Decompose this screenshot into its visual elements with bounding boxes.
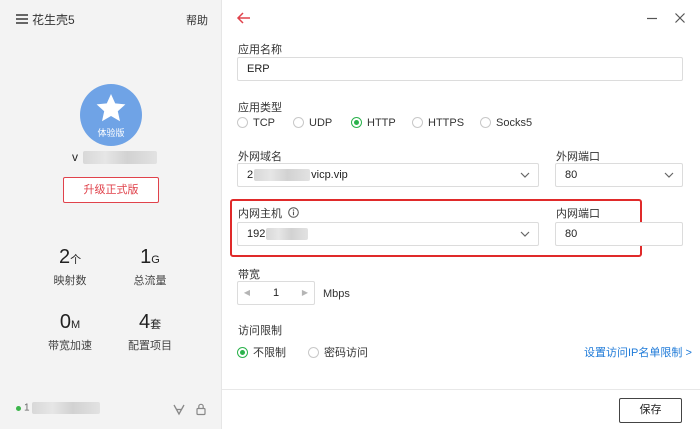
sidebar: 花生壳5 帮助 体验版 v 升级正式版 2个 映射数 1G 总流量 0M 带宽加… (0, 0, 222, 429)
radio-icon (308, 347, 319, 358)
ext-domain-label: 外网域名 (238, 151, 282, 163)
username: v (72, 150, 158, 168)
app-name-input[interactable]: ERP (237, 57, 683, 81)
stat-unit: G (151, 254, 160, 266)
stat-traffic[interactable]: 1G 总流量 (120, 246, 180, 288)
int-port-input[interactable]: 80 (555, 222, 683, 246)
app-name-label: 应用名称 (238, 44, 282, 56)
int-host-label-text: 内网主机 (238, 208, 282, 220)
type-option-label: Socks5 (496, 117, 533, 129)
minimize-icon[interactable] (646, 12, 658, 24)
radio-icon (480, 117, 491, 128)
stat-config[interactable]: 4套 配置项目 (120, 311, 180, 353)
chevron-down-icon (520, 231, 530, 237)
bandwidth-unit: Mbps (323, 288, 350, 300)
network-icon[interactable] (172, 402, 186, 416)
star-icon (96, 94, 126, 122)
stat-label: 配置项目 (128, 340, 172, 352)
footer-ip: 1 (24, 402, 101, 414)
app-type-label: 应用类型 (238, 102, 282, 114)
edition-badge: 体验版 (97, 128, 125, 138)
radio-icon (412, 117, 423, 128)
footer-ip-redacted (32, 402, 101, 414)
stat-label: 映射数 (53, 275, 87, 287)
menu-icon[interactable] (16, 14, 28, 24)
footer-ip-prefix: 1 (24, 402, 30, 414)
type-option-http[interactable]: HTTP (351, 117, 396, 129)
int-host-select[interactable]: 192 (237, 222, 539, 246)
access-option-none[interactable]: 不限制 (237, 344, 286, 360)
type-option-label: TCP (253, 117, 275, 129)
stat-unit: M (70, 319, 81, 331)
type-option-label: HTTP (367, 117, 396, 129)
ip-whitelist-link[interactable]: 设置访问IP名单限制 > (584, 344, 692, 360)
stat-bandwidth[interactable]: 0M 带宽加速 (40, 311, 100, 353)
type-option-socks5[interactable]: Socks5 (480, 117, 532, 129)
access-label: 访问限制 (238, 325, 282, 337)
chevron-down-icon (664, 172, 674, 178)
int-port-label: 内网端口 (556, 208, 600, 220)
stat-unit: 个 (70, 254, 82, 266)
ext-port-select[interactable]: 80 (555, 163, 683, 187)
help-button[interactable]: 帮助 (186, 12, 208, 28)
lock-icon[interactable] (194, 402, 208, 416)
bandwidth-value[interactable]: 1 (256, 282, 296, 304)
ext-domain-suffix: vicp.vip (311, 169, 348, 181)
type-option-label: HTTPS (428, 117, 465, 129)
stat-mappings[interactable]: 2个 映射数 (40, 246, 100, 288)
stat-value: 2 (58, 246, 71, 268)
app-title: 花生壳5 (32, 13, 75, 27)
username-redacted (83, 151, 158, 165)
close-icon[interactable] (674, 12, 686, 24)
type-option-tcp[interactable]: TCP (237, 117, 275, 129)
stat-value: 1 (140, 246, 152, 268)
radio-checked-icon (237, 347, 248, 358)
radio-checked-icon (351, 117, 362, 128)
chevron-down-icon (520, 172, 530, 178)
ext-port-value: 80 (565, 169, 578, 181)
radio-icon (237, 117, 248, 128)
int-host-label: 内网主机 (238, 205, 299, 221)
back-arrow-icon[interactable] (236, 11, 252, 25)
ext-domain-prefix: 2 (247, 169, 254, 181)
username-initial: v (72, 150, 78, 164)
type-option-udp[interactable]: UDP (293, 117, 332, 129)
avatar[interactable]: 体验版 (80, 84, 142, 146)
save-button[interactable]: 保存 (619, 398, 682, 423)
stat-value: 0 (59, 311, 71, 333)
int-host-redacted (266, 228, 309, 241)
ext-domain-redacted (254, 169, 311, 182)
type-option-https[interactable]: HTTPS (412, 117, 464, 129)
footer-divider (222, 389, 700, 390)
info-icon[interactable] (288, 207, 299, 218)
radio-icon (293, 117, 304, 128)
mapping-form-panel: 应用名称 ERP 应用类型 TCP UDP HTTP HTTPS Socks5 … (222, 0, 700, 429)
ext-domain-select[interactable]: 2 vicp.vip (237, 163, 539, 187)
stat-value: 4 (138, 311, 151, 333)
ext-port-label: 外网端口 (556, 151, 600, 163)
access-option-label: 不限制 (253, 347, 286, 359)
online-status-dot (16, 406, 21, 411)
int-host-prefix: 192 (247, 228, 266, 240)
decrement-icon[interactable]: ◀ (238, 282, 256, 304)
stat-label: 总流量 (133, 275, 167, 287)
type-option-label: UDP (309, 117, 333, 129)
stat-unit: 套 (150, 319, 162, 331)
stat-label: 带宽加速 (48, 340, 92, 352)
access-option-password[interactable]: 密码访问 (308, 344, 368, 360)
upgrade-button[interactable]: 升级正式版 (63, 177, 159, 203)
increment-icon[interactable]: ▶ (296, 282, 314, 304)
bandwidth-label: 带宽 (238, 269, 260, 281)
bandwidth-stepper[interactable]: ◀ 1 ▶ (237, 281, 315, 305)
access-option-label: 密码访问 (324, 347, 368, 359)
